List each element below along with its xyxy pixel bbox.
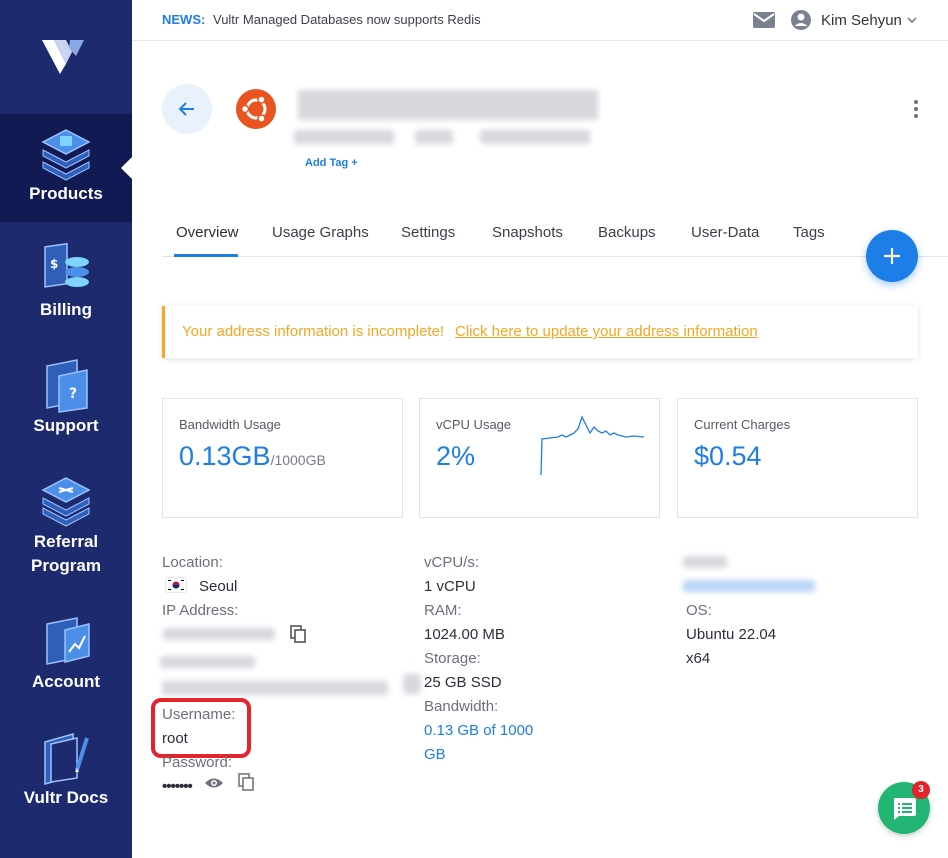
server-name-redacted (298, 90, 598, 120)
bandwidth-label: Bandwidth: (424, 698, 499, 715)
vultr-logo-icon[interactable] (40, 36, 88, 76)
back-button[interactable] (162, 84, 212, 134)
tab-tags[interactable]: Tags (793, 224, 825, 241)
username-highlight (151, 698, 251, 758)
copy-icon[interactable] (290, 625, 306, 643)
korea-flag-icon (165, 577, 187, 593)
bandwidth-usage-card: Bandwidth Usage 0.13GB/1000GB (162, 398, 403, 518)
account-icon (46, 617, 90, 665)
vcpu-sparkline (540, 415, 645, 476)
ip-redacted (160, 656, 255, 668)
sidebar-item-referral-program[interactable]: Referral Program (0, 474, 132, 578)
storage-value: 25 GB SSD (424, 674, 502, 691)
card-label: Current Charges (694, 417, 791, 432)
sidebar-item-label: Billing (40, 300, 92, 319)
add-tag-link[interactable]: Add Tag + (305, 157, 358, 169)
current-charges-card: Current Charges $0.54 (677, 398, 918, 518)
bandwidth-used: 0.13GB (179, 441, 271, 471)
ipv4-redacted (163, 628, 275, 640)
address-alert: Your address information is incomplete! … (162, 306, 918, 358)
server-meta-redacted (294, 130, 394, 144)
tab-settings[interactable]: Settings (401, 224, 455, 241)
tab-usage-graphs[interactable]: Usage Graphs (272, 224, 369, 241)
alert-message: Your address information is incomplete! (182, 323, 445, 340)
sidebar-item-label: Account (32, 672, 100, 691)
password-value: ••••••• (162, 778, 193, 795)
bandwidth-link[interactable]: 0.13 GB of 1000 (424, 722, 533, 739)
sidebar-item-account[interactable]: Account (0, 614, 132, 694)
os-label: OS: (686, 602, 712, 619)
ram-value: 1024.00 MB (424, 626, 505, 643)
user-avatar-icon[interactable] (790, 9, 812, 31)
user-name[interactable]: Kim Sehyun (821, 12, 902, 29)
sidebar-item-label: Products (29, 184, 103, 203)
ubuntu-icon (236, 89, 276, 129)
location-label: Location: (162, 554, 223, 571)
support-icon: ? (46, 359, 88, 413)
docs-icon (44, 733, 89, 785)
tab-overview[interactable]: Overview (176, 224, 239, 241)
update-address-link[interactable]: Click here to update your address inform… (455, 323, 758, 340)
link-redacted (683, 580, 815, 592)
arrow-left-icon (178, 102, 194, 116)
card-value: 2% (436, 441, 476, 471)
eye-icon[interactable] (204, 776, 224, 790)
tab-user-data[interactable]: User-Data (691, 224, 759, 241)
svg-text:$: $ (50, 257, 58, 271)
bandwidth-total: /1000GB (270, 452, 326, 468)
label-redacted (683, 556, 727, 568)
mail-icon[interactable] (752, 10, 776, 30)
news-text[interactable]: Vultr Managed Databases now supports Red… (213, 12, 481, 27)
sidebar-item-support[interactable]: ? Support (0, 358, 132, 438)
top-bar: NEWS: Vultr Managed Databases now suppor… (132, 0, 948, 41)
tab-bar: Overview Usage Graphs Settings Snapshots… (162, 220, 948, 257)
tab-backups[interactable]: Backups (598, 224, 656, 241)
card-value: $0.54 (694, 441, 762, 471)
tab-snapshots[interactable]: Snapshots (492, 224, 563, 241)
svg-text:?: ? (69, 386, 77, 402)
referral-icon (41, 477, 91, 527)
ram-label: RAM: (424, 602, 462, 619)
server-meta-redacted (480, 130, 590, 144)
location-value: Seoul (199, 578, 238, 595)
card-label: vCPU Usage (436, 417, 512, 432)
server-meta-redacted (415, 130, 453, 144)
active-tab-indicator (174, 254, 238, 257)
copy-redacted (403, 674, 421, 694)
sidebar-item-vultr-docs[interactable]: Vultr Docs (0, 730, 132, 810)
layers-icon (41, 129, 91, 181)
vcpu-value: 1 vCPU (424, 578, 476, 595)
os-value: Ubuntu 22.04 (686, 626, 777, 643)
storage-label: Storage: (424, 650, 481, 667)
sidebar-item-label: Support (33, 416, 99, 435)
more-options-icon[interactable] (912, 99, 920, 121)
sidebar-item-label: Referral Program (31, 532, 101, 575)
add-button[interactable] (866, 230, 918, 282)
ipv6-redacted (162, 681, 388, 695)
ip-address-label: IP Address: (162, 602, 239, 619)
card-value: 0.13GB/1000GB (179, 441, 326, 472)
chevron-down-icon[interactable] (906, 14, 918, 26)
active-indicator (121, 157, 132, 179)
sidebar-item-products[interactable]: Products (0, 114, 132, 222)
card-label: Bandwidth Usage (179, 417, 281, 432)
sidebar: Products $ Billing ? Support Referral Pr… (0, 0, 132, 858)
news-label: NEWS: (162, 12, 206, 27)
plus-icon (884, 248, 900, 264)
sidebar-item-label: Vultr Docs (23, 788, 109, 807)
password-label: Password: (162, 754, 233, 771)
chat-notification-badge: 3 (912, 781, 930, 799)
copy-password-icon[interactable] (238, 773, 254, 791)
vcpu-label: vCPU/s: (424, 554, 480, 571)
arch-value: x64 (686, 650, 711, 667)
sidebar-item-billing[interactable]: $ Billing (0, 242, 132, 322)
vcpu-usage-card: vCPU Usage 2% (419, 398, 660, 518)
billing-icon: $ (44, 242, 89, 288)
bandwidth-link-cont[interactable]: GB (424, 746, 446, 763)
